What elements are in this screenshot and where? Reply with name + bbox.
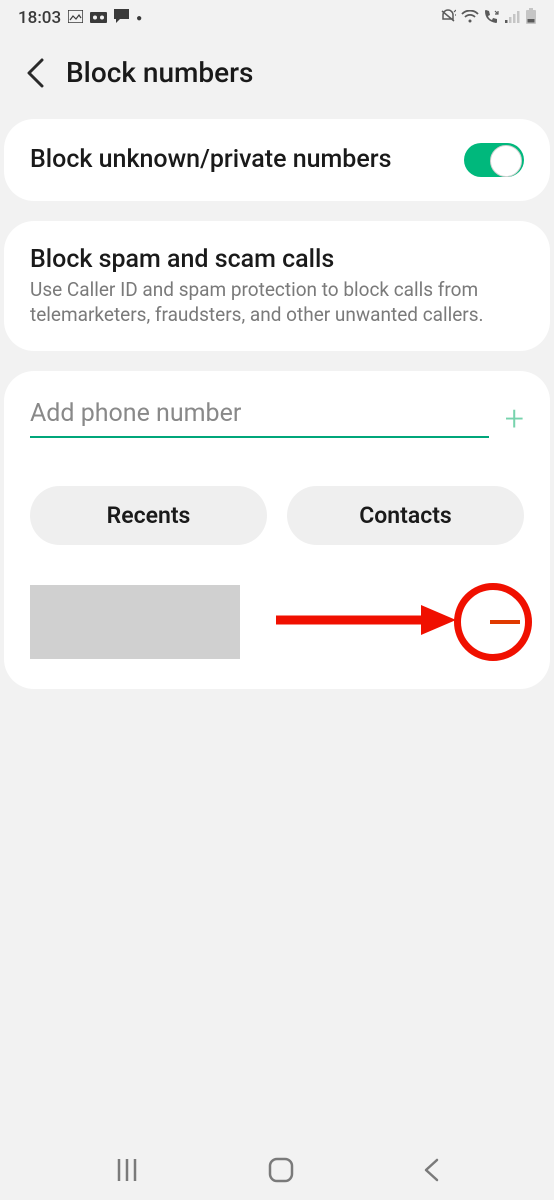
wifi-icon — [461, 9, 479, 27]
remove-icon[interactable] — [490, 620, 520, 624]
status-right — [440, 8, 536, 28]
home-nav-icon[interactable] — [268, 1157, 294, 1183]
blocked-number-row — [30, 585, 524, 659]
voicemail-icon — [90, 9, 107, 27]
annotation-arrow — [276, 605, 456, 639]
blocked-number-redacted — [30, 585, 240, 659]
contacts-button[interactable]: Contacts — [287, 486, 524, 545]
phone-number-input[interactable] — [30, 399, 489, 438]
android-nav-bar — [0, 1140, 554, 1200]
add-row: + — [30, 399, 524, 438]
toggle-card[interactable]: Block unknown/private numbers — [4, 119, 550, 201]
image-icon — [68, 9, 83, 27]
toggle-label: Block unknown/private numbers — [30, 144, 391, 177]
status-left: 18:03 ● — [18, 8, 142, 28]
signal-icon — [505, 9, 521, 27]
spam-card-subtitle: Use Caller ID and spam protection to blo… — [30, 278, 524, 327]
recents-button[interactable]: Recents — [30, 486, 267, 545]
header: Block numbers — [0, 36, 554, 119]
call-icon — [484, 9, 500, 28]
recents-nav-icon[interactable] — [115, 1159, 139, 1181]
status-time: 18:03 — [18, 8, 61, 28]
back-icon[interactable] — [26, 58, 44, 88]
plus-icon[interactable]: + — [505, 402, 524, 436]
page-title: Block numbers — [66, 56, 253, 89]
dot-icon: ● — [136, 13, 142, 24]
status-bar: 18:03 ● — [0, 0, 554, 36]
back-nav-icon[interactable] — [423, 1158, 439, 1182]
spam-card-title: Block spam and scam calls — [30, 245, 524, 274]
spam-scam-card[interactable]: Block spam and scam calls Use Caller ID … — [4, 221, 550, 351]
add-number-card: + Recents Contacts — [4, 371, 550, 689]
battery-icon — [526, 8, 536, 28]
toggle-switch[interactable] — [464, 143, 524, 177]
chat-icon — [114, 9, 129, 27]
buttons-row: Recents Contacts — [30, 486, 524, 545]
vibrate-icon — [440, 9, 456, 27]
